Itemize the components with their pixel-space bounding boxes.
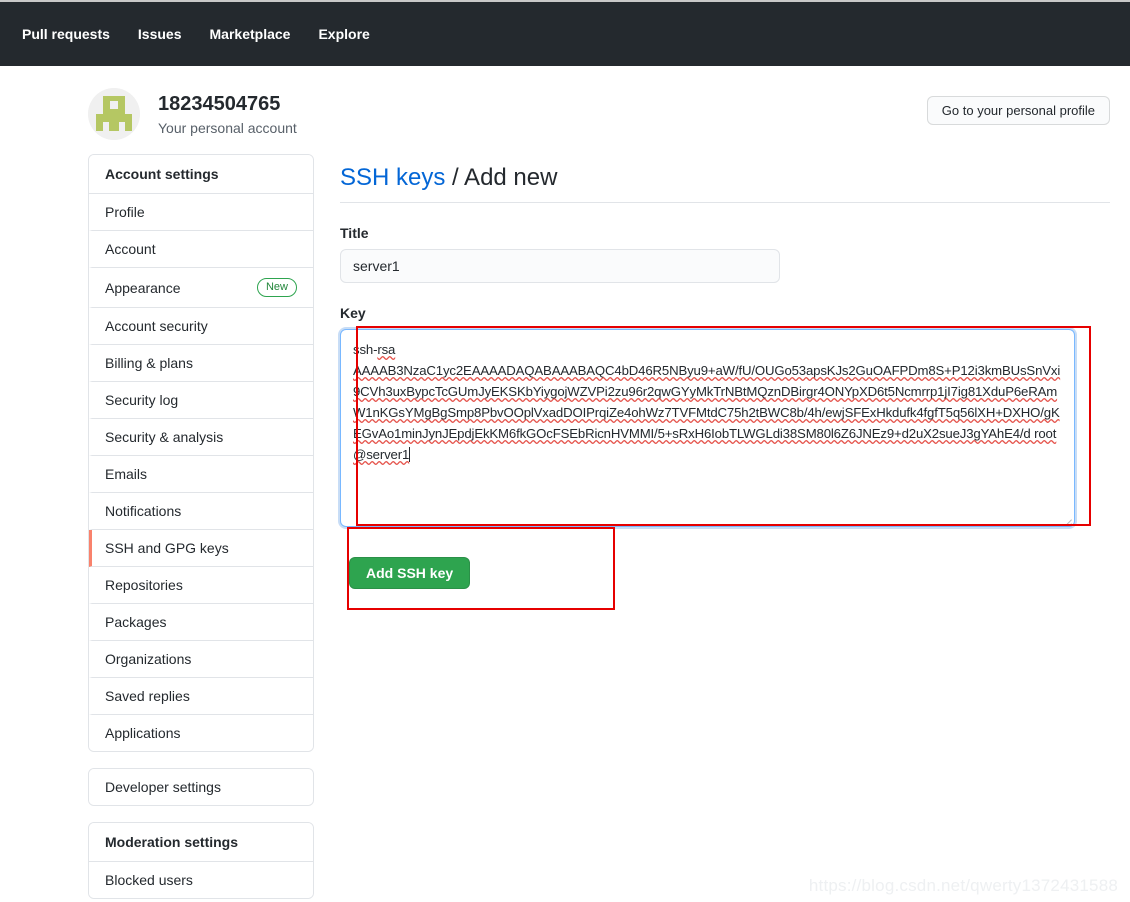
add-ssh-key-button[interactable]: Add SSH key [349, 557, 471, 589]
account-identity: 18234504765 Your personal account [158, 92, 297, 136]
sidebar-item-blocked-users[interactable]: Blocked users [89, 862, 313, 899]
sidebar-item-security-log[interactable]: Security log [89, 382, 313, 420]
sidebar-item-label: Saved replies [105, 688, 190, 705]
key-line-body: AAAAB3NzaC1yc2EAAAADAQABAAABAQC4bD46R5NB… [353, 363, 1061, 462]
sidebar-item-applications[interactable]: Applications [89, 715, 313, 752]
global-header: Pull requests Issues Marketplace Explore [0, 0, 1130, 66]
sidebar-item-notifications[interactable]: Notifications [89, 493, 313, 531]
settings-layout: Account settings Profile Account Appeara… [0, 154, 1130, 900]
identicon-avatar[interactable] [88, 88, 140, 140]
key-field-label: Key [340, 305, 366, 321]
page-title-suffix: / Add new [452, 164, 558, 191]
sidebar-item-label: Billing & plans [105, 355, 193, 372]
sidebar-item-label: Notifications [105, 503, 182, 520]
sidebar-item-repositories[interactable]: Repositories [89, 567, 313, 605]
nav-link-explore[interactable]: Explore [312, 22, 375, 46]
sidebar-item-label: Blocked users [105, 872, 193, 889]
go-to-personal-profile-button[interactable]: Go to your personal profile [926, 96, 1110, 125]
key-textarea[interactable]: ssh-rsa AAAAB3NzaC1yc2EAAAADAQABAAABAQC4… [340, 329, 1075, 527]
sidebar-item-label: Security log [105, 392, 179, 409]
settings-sidebar: Account settings Profile Account Appeara… [88, 154, 314, 900]
text-caret [409, 447, 411, 462]
sidebar-item-label: Organizations [105, 651, 192, 668]
key-textarea-content: ssh-rsa AAAAB3NzaC1yc2EAAAADAQABAAABAQC4… [353, 339, 1062, 465]
key-line-prefix: ssh-rsa [353, 342, 396, 357]
sidebar-item-account[interactable]: Account [89, 231, 313, 268]
account-subtitle: Your personal account [158, 120, 297, 136]
main-content: SSH keys / Add new Title Key ssh-rsa AAA… [340, 154, 1110, 589]
nav-link-pull-requests[interactable]: Pull requests [16, 22, 116, 46]
global-nav: Pull requests Issues Marketplace Explore [16, 22, 376, 46]
sidebar-item-developer-settings[interactable]: Developer settings [89, 769, 313, 806]
sidebar-item-label: Account [105, 241, 156, 257]
submit-row: Add SSH key [340, 557, 1110, 589]
sidebar-item-label: Developer settings [105, 779, 221, 796]
nav-link-marketplace[interactable]: Marketplace [204, 22, 297, 46]
moderation-settings-heading: Moderation settings [89, 823, 313, 863]
title-field-label: Title [340, 225, 369, 241]
nav-link-issues[interactable]: Issues [132, 22, 188, 46]
account-name: 18234504765 [158, 93, 281, 115]
sidebar-item-label: SSH and GPG keys [105, 540, 229, 557]
account-header: 18234504765 Your personal account Go to … [0, 66, 1130, 154]
sidebar-item-profile[interactable]: Profile [89, 194, 313, 231]
page-title: SSH keys / Add new [340, 164, 1110, 203]
watermark: https://blog.csdn.net/qwerty1372431588 [808, 876, 1118, 895]
textarea-resize-handle[interactable] [1060, 512, 1072, 526]
new-badge: New [256, 278, 297, 298]
sidebar-item-organizations[interactable]: Organizations [89, 641, 313, 679]
account-settings-menu: Account settings Profile Account Appeara… [88, 154, 314, 753]
title-input[interactable] [340, 249, 780, 283]
developer-settings-menu: Developer settings [88, 768, 314, 807]
sidebar-item-label: Profile [105, 204, 145, 220]
sidebar-item-label: Applications [105, 725, 181, 742]
sidebar-item-label: Appearance [105, 279, 181, 296]
sidebar-item-security-and-analysis[interactable]: Security & analysis [89, 419, 313, 457]
sidebar-item-ssh-and-gpg-keys[interactable]: SSH and GPG keys [89, 530, 313, 568]
sidebar-item-saved-replies[interactable]: Saved replies [89, 678, 313, 716]
sidebar-item-label: Emails [105, 466, 148, 483]
moderation-settings-menu: Moderation settings Blocked users [88, 822, 314, 900]
account-settings-heading: Account settings [89, 155, 313, 194]
sidebar-item-packages[interactable]: Packages [89, 604, 313, 642]
sidebar-item-label: Repositories [105, 577, 183, 594]
sidebar-item-label: Account security [105, 318, 208, 335]
sidebar-item-emails[interactable]: Emails [89, 456, 313, 494]
sidebar-item-account-security[interactable]: Account security [89, 308, 313, 346]
sidebar-item-appearance[interactable]: Appearance New [89, 268, 313, 309]
sidebar-item-label: Packages [105, 614, 167, 631]
page-title-link-ssh-keys[interactable]: SSH keys [340, 164, 445, 191]
sidebar-item-billing-and-plans[interactable]: Billing & plans [89, 345, 313, 383]
sidebar-item-label: Security & analysis [105, 429, 224, 446]
